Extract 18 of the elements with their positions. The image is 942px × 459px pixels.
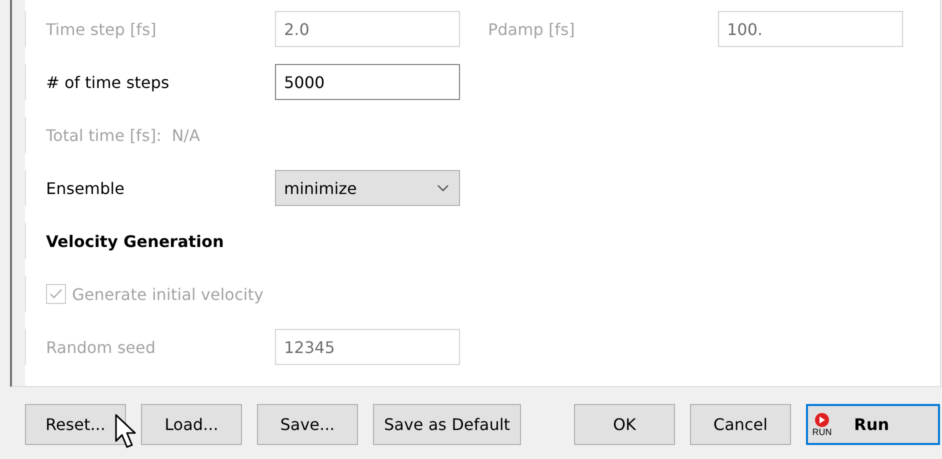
total-time-text: Total time [fs]: N/A: [46, 126, 200, 144]
dialog-button[interactable]: OK: [574, 404, 675, 445]
chevron-down-icon: [437, 184, 449, 192]
ensemble-dropdown[interactable]: minimize: [275, 170, 460, 206]
field-label: # of time steps: [46, 72, 170, 92]
dialog-button[interactable]: Save...: [257, 404, 358, 445]
field-label: Pdamp [fs]: [488, 20, 576, 38]
dialog-button[interactable]: RUN Run: [806, 404, 940, 445]
dialog-button[interactable]: Cancel: [690, 404, 791, 445]
dialog-button[interactable]: Save as Default: [373, 404, 522, 445]
section-heading: Velocity Generation: [46, 232, 224, 250]
dialog-button[interactable]: Load...: [141, 404, 242, 445]
field-label: Time step [fs]: [46, 20, 158, 38]
field-label: Random seed: [46, 338, 157, 356]
checkmark-icon: [49, 288, 63, 300]
input-field[interactable]: 5000: [275, 64, 460, 100]
dialog-button[interactable]: Reset...: [25, 404, 126, 445]
field-label: Ensemble: [46, 178, 126, 198]
